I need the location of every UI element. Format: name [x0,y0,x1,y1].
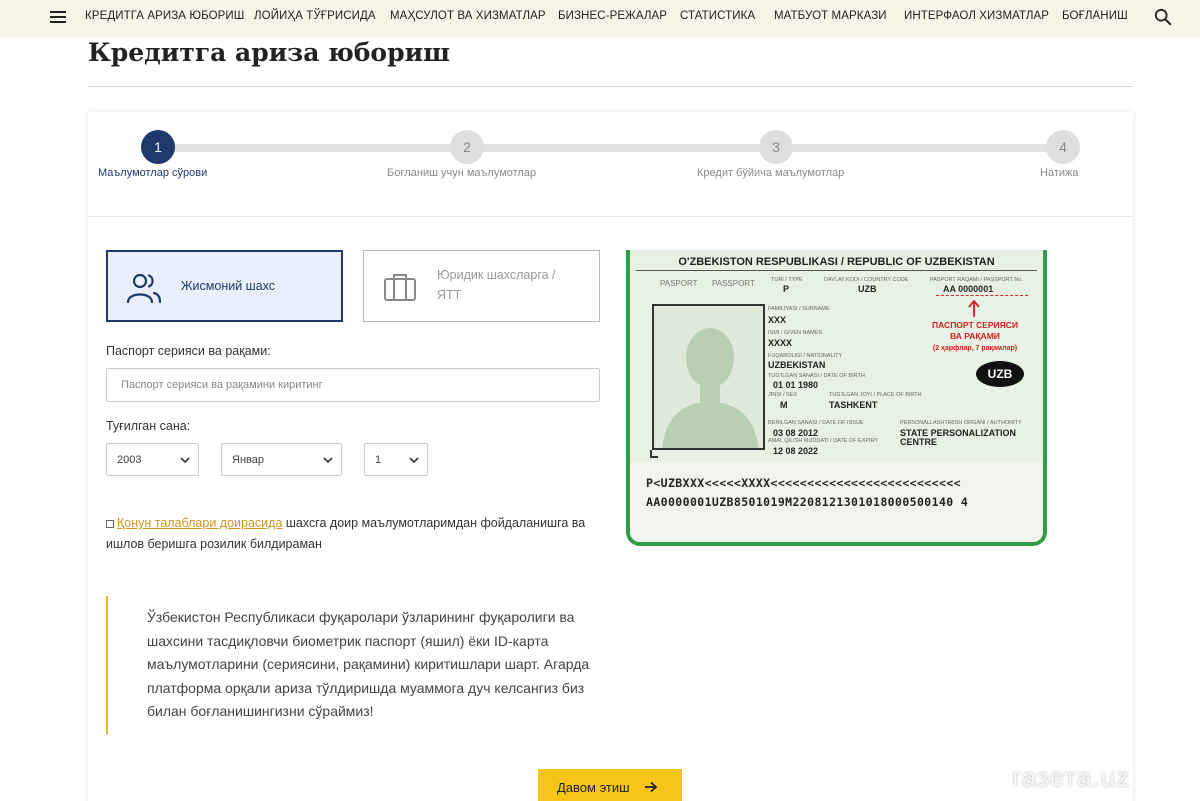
page-title: Кредитга ариза юбориш [88,38,450,67]
photo-corner-mark [650,450,658,458]
step-2-circle: 2 [450,130,484,164]
step-2-label: Боғланиш учун маълумотлар [387,167,537,179]
legal-entity-label-line2: ЯТТ [437,288,462,302]
passport-authority-value-2: CENTRE [900,437,938,447]
step-4-label: Натижа [1040,167,1079,179]
people-icon [126,273,162,304]
nav-item-press[interactable]: МАТБУОТ МАРКАЗИ [774,10,887,22]
individual-option[interactable]: Жисмоний шахс [106,250,343,322]
year-select[interactable]: 2003 [106,443,199,476]
passport-sex-caption: JINSI / SEX [768,392,798,398]
info-note: Ўзбекистон Республикаси фуқаролари ўзлар… [147,609,590,719]
passport-dob-caption: TUG'ILGAN SANASI / DATE OF BIRTH [768,373,865,379]
continue-button-label: Давом этиш [557,779,630,795]
passport-mrz-line-1: P<UZBXXX<<<<<XXXX<<<<<<<<<<<<<<<<<<<<<<<… [646,476,961,490]
step-3-label: Кредит бўйича маълумотлар [697,167,845,179]
step-1-label: Маълумотлар сўрови [98,167,208,179]
passport-label: Паспорт серияси ва рақами: [106,344,271,358]
red-arrow-icon [968,300,980,317]
chevron-down-icon [323,457,333,464]
briefcase-icon [384,274,416,301]
legal-entity-label: Юридик шахсларга / ЯТТ [437,265,556,305]
nav-item-products[interactable]: МАҲСУЛОТ ВА ХИЗМАТЛАР [390,10,546,22]
individual-option-label: Жисмоний шахс [181,279,276,293]
step-4-circle: 4 [1046,130,1080,164]
passport-mrz-line-2: AA0000001UZB8501019M22081213010180005001… [646,495,969,509]
nav-item-credit-application[interactable]: КРЕДИТГА АРИЗА ЮБОРИШ [85,10,244,22]
passport-input[interactable] [106,368,600,402]
passport-photo [652,304,765,450]
passport-issue-caption: BERILGAN SANASI / DATE OF ISSUE [768,420,864,426]
passport-pasport-word: PASPORT [660,279,698,288]
passport-issue-value: 03 08 2012 [773,428,819,438]
chevron-down-icon [409,457,419,464]
person-silhouette-icon [662,328,759,448]
nav-item-interactive[interactable]: ИНТЕРФАОЛ ХИЗМАТЛАР [904,10,1049,22]
consent-checkbox[interactable] [106,519,114,528]
legal-entity-label-line1: Юридик шахсларга / [437,268,556,282]
passport-dob-value: 01 01 1980 [773,380,819,390]
passport-given-caption: ISMI / GIVEN NAMES [768,330,823,336]
passport-authority-caption: PERSONALLASHTIRISH ORGANI / AUTHORITY [900,420,1022,426]
nav-item-business-plans[interactable]: БИЗНЕС-РЕЖАЛАР [558,10,667,22]
search-icon[interactable] [1154,8,1172,26]
stepper-divider [88,216,1133,217]
passport-number-highlight [936,283,1028,296]
legal-entity-option[interactable]: Юридик шахсларга / ЯТТ [363,250,600,322]
passport-type-value: P [783,284,790,294]
note-accent-bar [106,596,108,734]
step-3-circle: 3 [759,130,793,164]
passport-header-line [636,270,1037,271]
top-nav: КРЕДИТГА АРИЗА ЮБОРИШ ЛОЙИҲА ТЎҒРИСИДА М… [0,0,1200,38]
passport-hint-line1: ПАСПОРТ СЕРИЯСИ [932,320,1018,330]
step-1-circle: 1 [141,130,175,164]
chevron-down-icon [180,457,190,464]
passport-sample-image: O'ZBEKISTON RESPUBLIKASI / REPUBLIC OF U… [626,250,1047,546]
arrow-right-icon [644,781,657,793]
nav-item-contact[interactable]: БОҒЛАНИШ [1062,10,1128,22]
year-select-value: 2003 [117,453,142,466]
passport-nationality-caption: FUQAROLIGI / NATIONALITY [768,353,843,359]
passport-header: O'ZBEKISTON RESPUBLIKASI / REPUBLIC OF U… [678,256,995,268]
passport-country-value: UZB [858,284,877,294]
day-select[interactable]: 1 [364,443,428,476]
nav-item-about[interactable]: ЛОЙИҲА ТЎҒРИСИДА [254,10,376,22]
watermark-logo: газета.uz [1012,762,1131,792]
passport-surname-caption: FAMILIYASI / SURNAME [768,306,830,312]
title-divider [88,86,1133,87]
day-select-value: 1 [375,453,382,466]
passport-uzb-badge: UZB [976,361,1024,387]
consent-block: Қонун талаблари доирасида шахсга доир ма… [106,513,606,555]
passport-surname-value: XXX [768,315,787,325]
birthdate-label: Туғилган сана: [106,419,191,433]
passport-country-caption: DAVLAT KODI / COUNTRY CODE [824,277,909,283]
stepper-track [158,144,1063,152]
passport-card: O'ZBEKISTON RESPUBLIKASI / REPUBLIC OF U… [626,250,1047,546]
continue-button[interactable]: Давом этиш [538,769,682,801]
passport-type-caption: TURI / TYPE [771,277,803,283]
passport-passport-word: PASSPORT [712,279,755,288]
law-requirements-link[interactable]: Қонун талаблари доирасида [117,516,282,530]
passport-hint: ПАСПОРТ СЕРИЯСИ ВА РАҚАМИ (2 ҳарфлар, 7 … [920,320,1030,354]
passport-given-value: XXXX [768,338,793,348]
hamburger-icon[interactable] [50,11,66,25]
passport-hint-line2: ВА РАҚАМИ [950,331,1000,341]
passport-nationality-value: UZBEKISTAN [768,360,826,370]
month-select[interactable]: Январ [221,443,342,476]
passport-hint-line3: (2 ҳарфлар, 7 рақамлар) [932,345,1018,352]
passport-expiry-value: 12 08 2022 [773,446,819,456]
nav-item-statistics[interactable]: СТАТИСТИКА [680,10,755,22]
month-select-value: Январ [232,453,264,466]
passport-expiry-caption: AMAL QILISH MUDDATI / DATE OF EXPIRY [768,438,879,444]
passport-sex-value: M [780,400,788,410]
passport-pob-caption: TUG'ILGAN JOYI / PLACE OF BIRTH [829,392,922,398]
passport-pob-value: TASHKENT [829,400,878,410]
